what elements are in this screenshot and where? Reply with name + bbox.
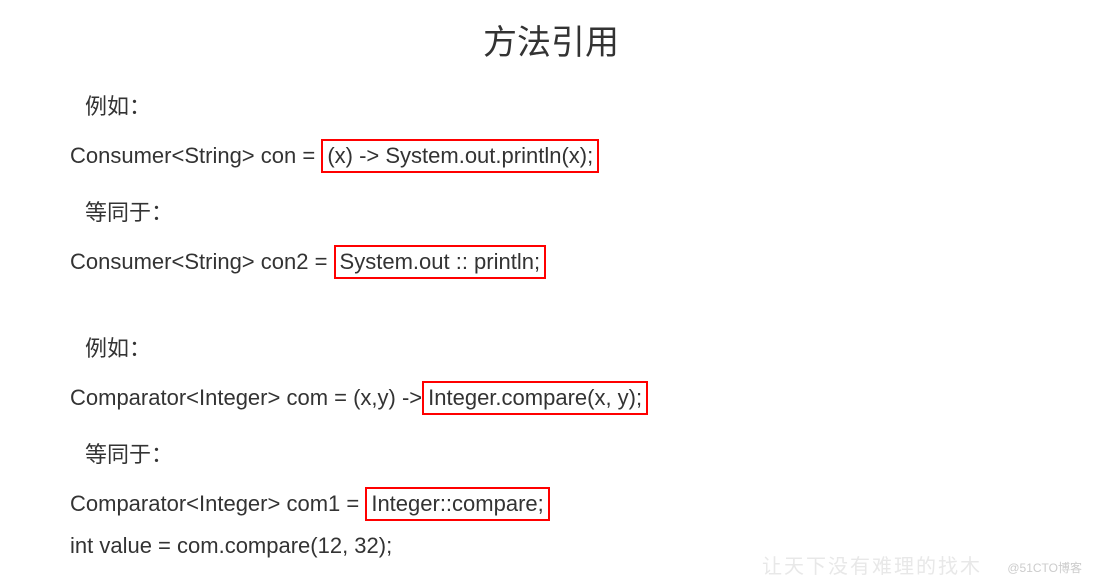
example-label-2: 例如： — [85, 331, 1032, 363]
watermark-ghost: 让天下没有难理的找木 — [762, 550, 982, 579]
code-line-1-prefix: Consumer<String> con = — [70, 143, 321, 168]
code-line-4-prefix: Comparator<Integer> com1 = — [70, 491, 365, 516]
code-line-4: Comparator<Integer> com1 = Integer::comp… — [70, 487, 1032, 521]
page-title: 方法引用 — [70, 15, 1032, 64]
code-line-3: Comparator<Integer> com = (x,y) ->Intege… — [70, 381, 1032, 415]
code-line-1-boxed: (x) -> System.out.println(x); — [321, 139, 599, 173]
code-line-3-boxed: Integer.compare(x, y); — [422, 381, 648, 415]
code-line-3-prefix: Comparator<Integer> com = (x,y) -> — [70, 385, 422, 410]
code-line-1: Consumer<String> con = (x) -> System.out… — [70, 139, 1032, 173]
watermark: @51CTO博客 — [1007, 559, 1082, 576]
code-line-2-boxed: System.out :: println; — [334, 245, 547, 279]
code-line-2: Consumer<String> con2 = System.out :: pr… — [70, 245, 1032, 279]
example-label-1: 例如： — [85, 89, 1032, 121]
equal-label-2: 等同于： — [85, 437, 1032, 469]
code-line-2-prefix: Consumer<String> con2 = — [70, 249, 334, 274]
equal-label-1: 等同于： — [85, 195, 1032, 227]
code-line-4-boxed: Integer::compare; — [365, 487, 549, 521]
